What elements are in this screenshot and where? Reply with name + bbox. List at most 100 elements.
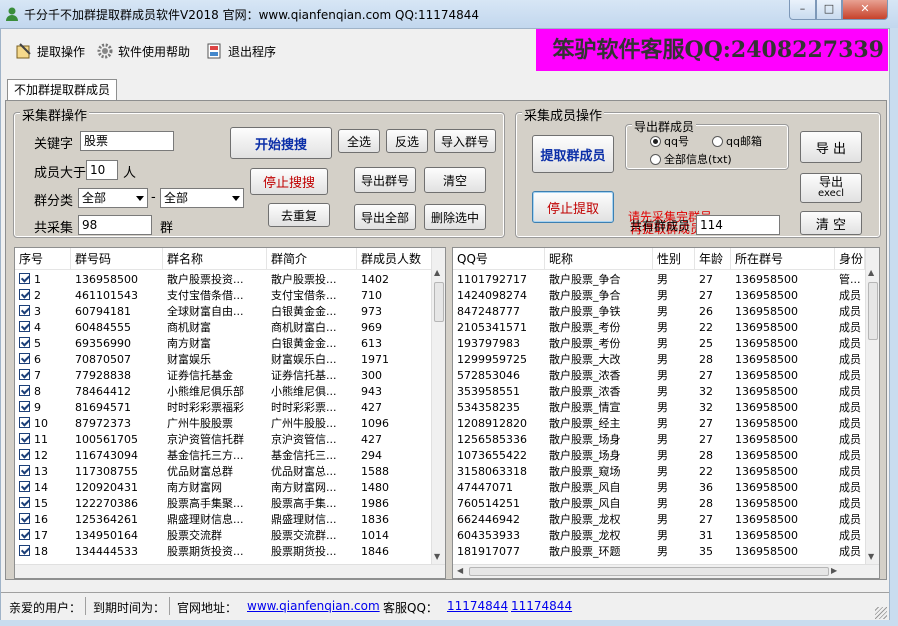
table-row[interactable]: 181917077 散户股票_环题 男 35 136958500 成员 [453, 544, 865, 560]
start-search-button[interactable]: 开始搜搜 [230, 127, 332, 159]
table-row[interactable]: 3 60794181 全球财富自由... 白银黄金金... 973 [15, 304, 433, 320]
exit-button[interactable]: 退出程序 [206, 41, 276, 61]
category-select-1[interactable]: 全部 [78, 188, 148, 208]
export-members-button[interactable]: 导 出 [800, 131, 862, 163]
radio-qq-mail[interactable]: qq邮箱 [712, 133, 762, 149]
status-site-link[interactable]: www.qianfenqian.com [247, 599, 380, 613]
group-table[interactable]: 序号 群号码 群名称 群简介 群成员人数 1 136958500 散户股票投资... 散户股票… [14, 247, 446, 579]
column-header[interactable]: 群成员人数 [357, 248, 433, 269]
scroll-thumb[interactable] [469, 567, 829, 576]
table-row[interactable]: 534358235 散户股票_情宣 男 32 136958500 成员 [453, 400, 865, 416]
row-checkbox[interactable] [19, 337, 30, 348]
column-header[interactable]: 序号 [15, 248, 71, 269]
row-checkbox[interactable] [19, 465, 30, 476]
row-checkbox[interactable] [19, 417, 30, 428]
clear-groups-button[interactable]: 清空 [424, 167, 486, 193]
scroll-down-icon[interactable]: ▼ [868, 552, 874, 561]
select-all-button[interactable]: 全选 [338, 129, 380, 153]
table-row[interactable]: 604353933 散户股票_龙权 男 31 136958500 成员 [453, 528, 865, 544]
scroll-thumb[interactable] [434, 282, 444, 322]
table-row[interactable]: 17 134950164 股票交流群 股票交流群... 1014 [15, 528, 433, 544]
table-row[interactable]: 7 77928838 证券信托基金 证券信托基... 300 [15, 368, 433, 384]
row-checkbox[interactable] [19, 401, 30, 412]
table-row[interactable]: 8 78464412 小熊维尼俱乐部 小熊维尼俱... 943 [15, 384, 433, 400]
table-row[interactable]: 572853046 散户股票_浓香 男 27 136958500 成员 [453, 368, 865, 384]
status-qq-link-1[interactable]: 11174844 [447, 599, 508, 613]
dedupe-button[interactable]: 去重复 [268, 203, 330, 227]
status-qq-link-2[interactable]: 11174844 [511, 599, 572, 613]
export-all-button[interactable]: 导出全部 [354, 204, 416, 230]
table-row[interactable]: 2 461101543 支付宝借条借... 支付宝借条... 710 [15, 288, 433, 304]
member-count-input[interactable]: 114 [696, 215, 780, 235]
table-row[interactable]: 760514251 散户股票_风自 男 28 136958500 成员 [453, 496, 865, 512]
row-checkbox[interactable] [19, 529, 30, 540]
column-header[interactable]: 群号码 [71, 248, 163, 269]
table-row[interactable]: 14 120920431 南方财富网 南方财富网... 1480 [15, 480, 433, 496]
scroll-right-icon[interactable]: ▶ [831, 566, 837, 575]
row-checkbox[interactable] [19, 369, 30, 380]
member-table-hscroll[interactable]: ◀ ▶ [453, 564, 879, 578]
row-checkbox[interactable] [19, 353, 30, 364]
scroll-up-icon[interactable]: ▲ [868, 268, 874, 277]
table-row[interactable]: 10 87972373 广州牛股股票 广州牛股股... 1096 [15, 416, 433, 432]
members-greater-input[interactable]: 10 [86, 160, 118, 180]
row-checkbox[interactable] [19, 497, 30, 508]
table-row[interactable]: 1256585336 散户股票_场身 男 27 136958500 成员 [453, 432, 865, 448]
member-table[interactable]: QQ号 昵称 性别 年龄 所在群号 身份 1101792717 散户股票_争合男 27 1369… [452, 247, 880, 579]
table-row[interactable]: 662446942 散户股票_龙权 男 27 136958500 成员 [453, 512, 865, 528]
table-row[interactable]: 2105341571 散户股票_考份 男 22 136958500 成员 [453, 320, 865, 336]
minimize-button[interactable]: – [789, 0, 816, 20]
group-table-vscroll[interactable]: ▲ ▼ [431, 248, 445, 564]
column-header[interactable]: 群简介 [267, 248, 357, 269]
row-checkbox[interactable] [19, 385, 30, 396]
column-header[interactable]: 昵称 [545, 248, 653, 269]
table-row[interactable]: 11 100561705 京沪资管信托群 京沪资管信... 427 [15, 432, 433, 448]
table-row[interactable]: 1073655422 散户股票_场身 男 28 136958500 成员 [453, 448, 865, 464]
row-checkbox[interactable] [19, 289, 30, 300]
scroll-down-icon[interactable]: ▼ [434, 552, 440, 561]
table-row[interactable]: 15 122270386 股票高手集聚... 股票高手集... 1986 [15, 496, 433, 512]
table-row[interactable]: 1101792717 散户股票_争合 男 27 136958500 管... [453, 272, 865, 288]
table-row[interactable]: 16 125364261 鼎盛理财信息... 鼎盛理财信... 1836 [15, 512, 433, 528]
table-row[interactable]: 13 117308755 优品财富总群 优品财富总... 1588 [15, 464, 433, 480]
table-row[interactable]: 193797983 散户股票_考份 男 25 136958500 成员 [453, 336, 865, 352]
table-row[interactable]: 4 60484555 商机财富 商机财富白... 969 [15, 320, 433, 336]
table-row[interactable]: 47447071 散户股票_风自 男 36 136958500 成员 [453, 480, 865, 496]
column-header[interactable]: 群名称 [163, 248, 267, 269]
tab-extract-members[interactable]: 不加群提取群成员 [7, 79, 117, 101]
row-checkbox[interactable] [19, 449, 30, 460]
row-checkbox[interactable] [19, 433, 30, 444]
delete-selected-button[interactable]: 删除选中 [424, 204, 486, 230]
import-groups-button[interactable]: 导入群号 [434, 129, 496, 153]
table-row[interactable]: 9 81694571 时时彩彩票福彩 时时彩彩票... 427 [15, 400, 433, 416]
row-checkbox[interactable] [19, 321, 30, 332]
help-button[interactable]: 软件使用帮助 [96, 41, 190, 61]
category-select-2[interactable]: 全部 [160, 188, 244, 208]
resize-grip-icon[interactable] [875, 607, 887, 619]
table-row[interactable]: 3158063318 散户股票_窥场 男 22 136958500 成员 [453, 464, 865, 480]
total-collected-input[interactable]: 98 [78, 215, 152, 235]
export-excel-button[interactable]: 导出 execl [800, 173, 862, 203]
table-row[interactable]: 353958551 散户股票_浓香 男 32 136958500 成员 [453, 384, 865, 400]
keyword-input[interactable]: 股票 [80, 131, 174, 151]
scroll-up-icon[interactable]: ▲ [434, 268, 440, 277]
close-button[interactable]: ✕ [842, 0, 888, 20]
extract-operation-button[interactable]: 提取操作 [15, 41, 85, 61]
maximize-button[interactable]: □ [816, 0, 842, 20]
row-checkbox[interactable] [19, 273, 30, 284]
extract-members-button[interactable]: 提取群成员 [532, 135, 614, 173]
table-row[interactable]: 18 134444533 股票期货投资... 股票期货投... 1846 [15, 544, 433, 560]
table-row[interactable]: 1424098274 散户股票_争合 男 27 136958500 成员 [453, 288, 865, 304]
table-row[interactable]: 12 116743094 基金信托三方... 基金信托三... 294 [15, 448, 433, 464]
table-row[interactable]: 5 69356990 南方财富 白银黄金金... 613 [15, 336, 433, 352]
stop-search-button[interactable]: 停止搜搜 [250, 168, 328, 195]
table-row[interactable]: 1 136958500 散户股票投资... 散户股票投... 1402 [15, 272, 433, 288]
table-row[interactable]: 1299959725 散户股票_大改 男 28 136958500 成员 [453, 352, 865, 368]
row-checkbox[interactable] [19, 513, 30, 524]
member-table-vscroll[interactable]: ▲ ▼ [865, 248, 879, 564]
invert-selection-button[interactable]: 反选 [386, 129, 428, 153]
column-header[interactable]: 身份 [835, 248, 865, 269]
column-header[interactable]: QQ号 [453, 248, 545, 269]
export-group-ids-button[interactable]: 导出群号 [354, 167, 416, 193]
radio-all-info[interactable]: 全部信息(txt) [650, 151, 732, 167]
